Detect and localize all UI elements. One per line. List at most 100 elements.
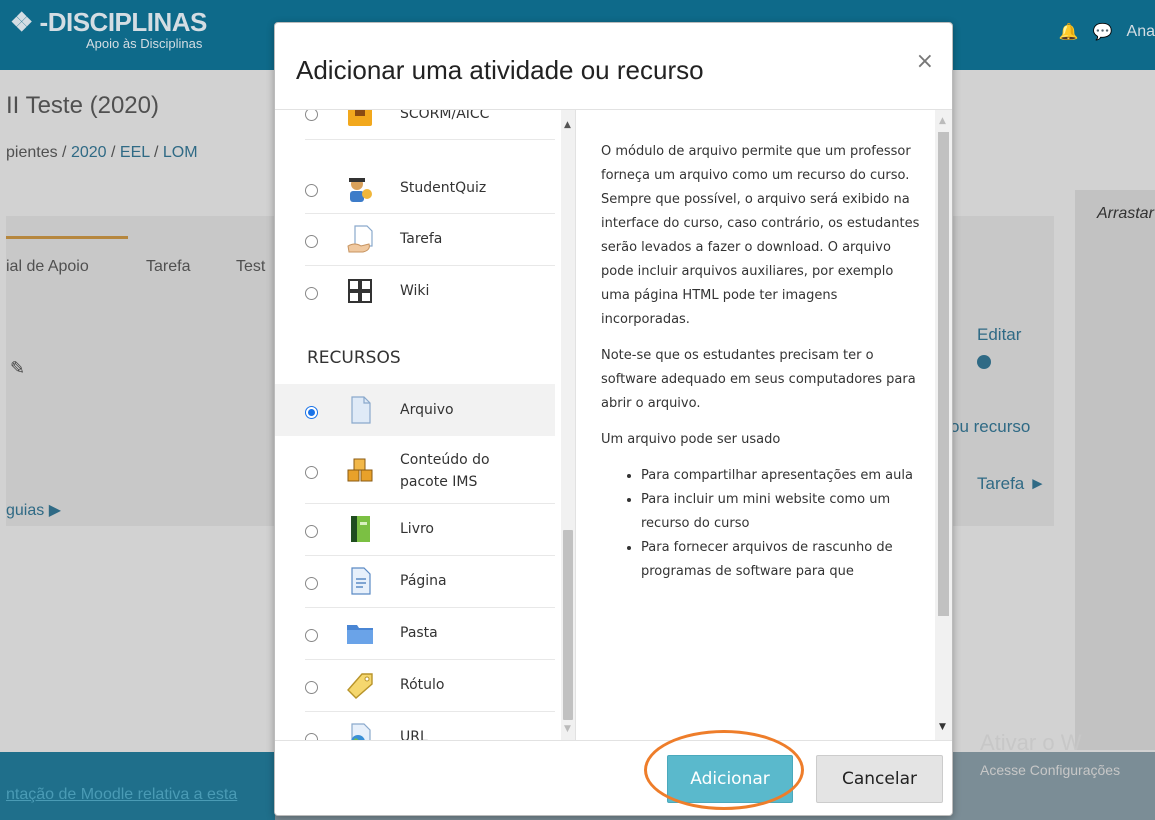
option-label: Página: [400, 573, 447, 589]
edit-link[interactable]: Editar: [977, 325, 1021, 345]
usage-list: Para compartilhar apresentações em aula …: [601, 464, 921, 584]
active-tab-indicator: [6, 236, 128, 239]
scorm-icon: [348, 110, 372, 126]
option-pagina[interactable]: Página: [275, 556, 555, 608]
radio-arquivo[interactable]: [305, 406, 318, 419]
option-label-line2: pacote IMS: [400, 474, 478, 490]
next-section-link[interactable]: Tarefa ►: [977, 474, 1046, 494]
description-paragraph: Note-se que os estudantes precisam ter o…: [601, 348, 916, 411]
user-circle-icon: [977, 355, 991, 369]
assignment-icon: [347, 225, 373, 253]
option-label: SCORM/AICC: [400, 110, 490, 122]
divider: [305, 139, 555, 140]
scroll-up-icon[interactable]: ▲: [939, 116, 946, 126]
option-label: Arquivo: [400, 402, 454, 418]
option-tarefa[interactable]: Tarefa: [275, 214, 555, 266]
add-resource-link[interactable]: ou recurso: [950, 417, 1030, 437]
tab-teste[interactable]: Test: [236, 258, 265, 276]
moodle-docs-link[interactable]: ntação de Moodle relativa a esta: [6, 786, 237, 804]
windows-activation-watermark: Ativar o W: [980, 730, 1082, 755]
radio-ims[interactable]: [305, 466, 318, 479]
breadcrumb-separator: /: [154, 144, 159, 161]
radio-tarefa[interactable]: [305, 235, 318, 248]
guias-link[interactable]: guias ▶: [6, 500, 61, 520]
radio-wiki[interactable]: [305, 287, 318, 300]
scrollbar-thumb[interactable]: [563, 530, 573, 720]
resources-heading: RECURSOS: [307, 348, 401, 368]
radio-livro[interactable]: [305, 525, 318, 538]
user-name[interactable]: Ana: [1127, 23, 1155, 41]
radio-rotulo[interactable]: [305, 681, 318, 694]
modal-title: Adicionar uma atividade ou recurso: [296, 55, 704, 85]
windows-activation-subtext: Acesse Configurações: [980, 762, 1121, 778]
tab-material-apoio[interactable]: ial de Apoio: [6, 258, 89, 276]
option-label: StudentQuiz: [400, 180, 487, 196]
cancel-button[interactable]: Cancelar: [816, 755, 943, 803]
add-activity-modal: Adicionar uma atividade ou recurso × SCO…: [274, 22, 953, 816]
option-pasta[interactable]: Pasta: [275, 608, 555, 660]
radio-studentquiz[interactable]: [305, 184, 318, 197]
breadcrumb-separator: /: [110, 144, 116, 161]
breadcrumb-dept[interactable]: LOM: [163, 144, 198, 161]
page-icon: [351, 567, 371, 595]
tab-tarefa[interactable]: Tarefa: [146, 258, 190, 276]
scrollbar-thumb[interactable]: [938, 132, 949, 616]
modal-body: SCORM/AICC StudentQuiz Tarefa Wiki RECUR…: [275, 110, 952, 740]
option-url[interactable]: URL: [275, 712, 555, 740]
scroll-down-icon[interactable]: ▼: [939, 722, 946, 732]
description-paragraph: Um arquivo pode ser usado: [601, 432, 781, 447]
option-label: Tarefa: [400, 231, 443, 247]
close-icon[interactable]: ×: [916, 49, 934, 74]
logo-title: ❖ -DISCIPLINAS: [10, 7, 207, 37]
option-livro[interactable]: Livro: [275, 504, 555, 556]
graduation-cap-icon: ❖: [10, 7, 33, 37]
option-rotulo[interactable]: Rótulo: [275, 660, 555, 712]
section-tabs: ial de Apoio Tarefa Test: [6, 236, 306, 291]
url-globe-icon: [351, 723, 371, 740]
activity-options-list[interactable]: SCORM/AICC StudentQuiz Tarefa Wiki RECUR…: [275, 110, 576, 740]
breadcrumb-year[interactable]: 2020: [71, 144, 107, 161]
modal-footer: Adicionar Cancelar: [275, 740, 952, 815]
drag-block-label: Arrastar: [1097, 205, 1154, 222]
option-ims[interactable]: Conteúdo do pacote IMS: [275, 436, 555, 504]
description-scrollbar[interactable]: ▲ ▼: [935, 110, 952, 740]
edit-pencil-icon[interactable]: ✎: [10, 358, 25, 379]
option-label-line1: Conteúdo do: [400, 452, 490, 468]
module-description-panel: O módulo de arquivo permite que um profe…: [575, 110, 952, 740]
radio-scorm[interactable]: [305, 110, 318, 121]
breadcrumb-prefix[interactable]: pientes /: [6, 144, 66, 161]
list-item: Para incluir um mini website como um rec…: [641, 488, 921, 536]
radio-pasta[interactable]: [305, 629, 318, 642]
label-tag-icon: [347, 673, 373, 699]
block-drop-region: [1075, 190, 1155, 750]
wiki-icon: [348, 279, 372, 303]
module-description: O módulo de arquivo permite que um profe…: [601, 140, 921, 584]
breadcrumb: pientes / 2020 / EEL / LOM: [6, 144, 198, 162]
user-menu[interactable]: 🔔 💬 Ana: [1059, 22, 1155, 42]
list-item: Para compartilhar apresentações em aula: [641, 464, 921, 488]
modal-header: Adicionar uma atividade ou recurso ×: [275, 23, 952, 110]
site-logo[interactable]: ❖ -DISCIPLINAS Apoio às Disciplinas: [10, 7, 207, 51]
option-studentquiz[interactable]: StudentQuiz: [275, 162, 555, 214]
option-label: Pasta: [400, 625, 438, 641]
book-icon: [351, 516, 370, 542]
bell-icon[interactable]: 🔔: [1059, 22, 1079, 42]
breadcrumb-school[interactable]: EEL: [120, 144, 150, 161]
option-scorm[interactable]: SCORM/AICC: [275, 110, 555, 140]
scroll-down-icon[interactable]: ▼: [564, 724, 571, 734]
ims-package-icon: [347, 458, 373, 482]
options-scrollbar[interactable]: ▲ ▼: [561, 110, 575, 740]
radio-url[interactable]: [305, 733, 318, 740]
option-wiki[interactable]: Wiki: [275, 266, 555, 318]
logo-subtitle: Apoio às Disciplinas: [86, 36, 203, 51]
radio-pagina[interactable]: [305, 577, 318, 590]
scroll-up-icon[interactable]: ▲: [564, 120, 571, 130]
description-paragraph: O módulo de arquivo permite que um profe…: [601, 144, 920, 327]
folder-icon: [347, 625, 373, 644]
option-label: URL: [400, 729, 428, 740]
option-arquivo[interactable]: Arquivo: [275, 384, 555, 436]
chat-icon[interactable]: 💬: [1093, 22, 1113, 42]
list-item: Para fornecer arquivos de rascunho de pr…: [641, 536, 921, 584]
add-button[interactable]: Adicionar: [667, 755, 793, 803]
option-label: Livro: [400, 521, 434, 537]
